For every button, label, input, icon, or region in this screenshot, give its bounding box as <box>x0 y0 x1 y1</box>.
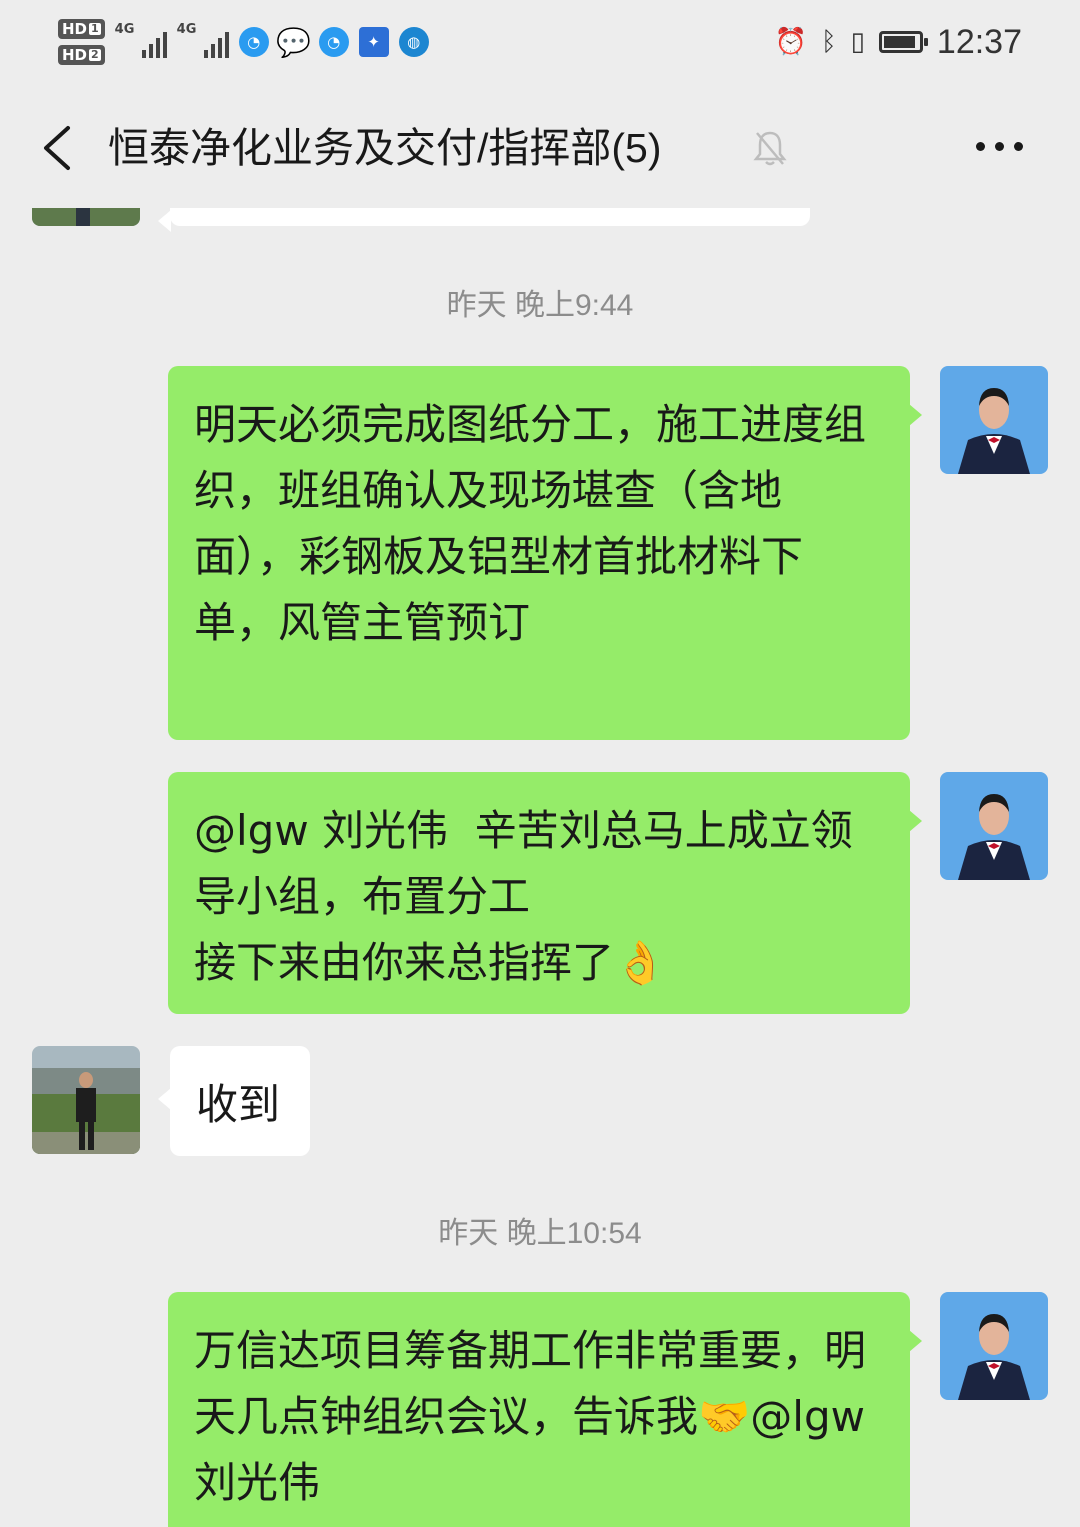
mute-bell-icon <box>753 131 787 166</box>
message-bubble-sent[interactable]: 明天必须完成图纸分工，施工进度组织，班组确认及现场堪查（含地面），彩钢板及铝型材… <box>168 366 922 740</box>
bluetooth-icon: ᛒ <box>820 27 837 57</box>
sim1-hd-badge: HD 1 <box>58 19 105 39</box>
signal-strength-icon: 4G <box>115 22 167 62</box>
wechat-icon: 💬 <box>276 25 312 59</box>
avatar-other[interactable] <box>32 1046 140 1154</box>
alarm-icon: ⏰ <box>774 27 807 57</box>
more-dot-icon <box>976 141 985 151</box>
browser-icon: ◍ <box>398 27 429 57</box>
status-bar-right: ⏰ ᛒ ▯ 12:37 <box>775 12 1022 72</box>
avatar-self[interactable] <box>940 1292 1048 1400</box>
chat-title: 恒泰净化业务及交付/指挥部(5) <box>108 125 662 171</box>
avatar-self[interactable] <box>940 366 1048 474</box>
vibrate-icon: ▯ <box>850 27 865 57</box>
sim2-hd-badge: HD 2 <box>58 45 105 65</box>
timestamp: 昨天 晚上10:54 <box>438 1217 642 1250</box>
back-arrow-icon[interactable] <box>38 124 78 172</box>
news-app-icon: ✦ <box>358 27 389 57</box>
message-bubble-received[interactable]: 收到 <box>158 1046 310 1156</box>
status-time: 12:37 <box>936 22 1022 61</box>
avatar-other[interactable] <box>32 208 140 226</box>
avatar-self[interactable] <box>940 772 1048 880</box>
more-dot-icon <box>1014 141 1023 151</box>
message-bubble-sent[interactable]: @lgw 刘光伟 辛苦刘总马上成立领导小组，布置分工 接下来由你来总指挥了👌 <box>168 772 922 1014</box>
status-bar-left: HD 1 HD 2 4G 4G ◔ 💬 ◔ ✦ ◍ <box>58 12 429 72</box>
more-dot-icon <box>995 141 1004 151</box>
message-list[interactable]: 昨天 晚上9:44 明天必须完成图纸分工，施工进度组织，班组确认及现场堪查（含地… <box>0 208 1080 1527</box>
chat-header: 恒泰净化业务及交付/指挥部(5) <box>0 86 1080 208</box>
sim-indicators: HD 1 HD 2 <box>58 19 105 65</box>
message-bubble-sent[interactable]: 万信达项目筹备期工作非常重要，明天几点钟组织会议，告诉我🤝@lgw 刘光伟 <box>168 1292 922 1527</box>
status-bar: HD 1 HD 2 4G 4G ◔ 💬 ◔ ✦ ◍ ⏰ ᛒ ▯ 12:37 <box>0 0 1080 86</box>
app-notification-icon: ◔ <box>238 27 269 57</box>
message-bubble-truncated[interactable] <box>158 208 810 232</box>
battery-icon <box>878 31 928 53</box>
signal-strength-icon: 4G <box>177 22 229 62</box>
timestamp: 昨天 晚上9:44 <box>446 289 634 322</box>
app-notification-icon: ◔ <box>318 27 349 57</box>
more-options-button[interactable] <box>976 134 1030 158</box>
